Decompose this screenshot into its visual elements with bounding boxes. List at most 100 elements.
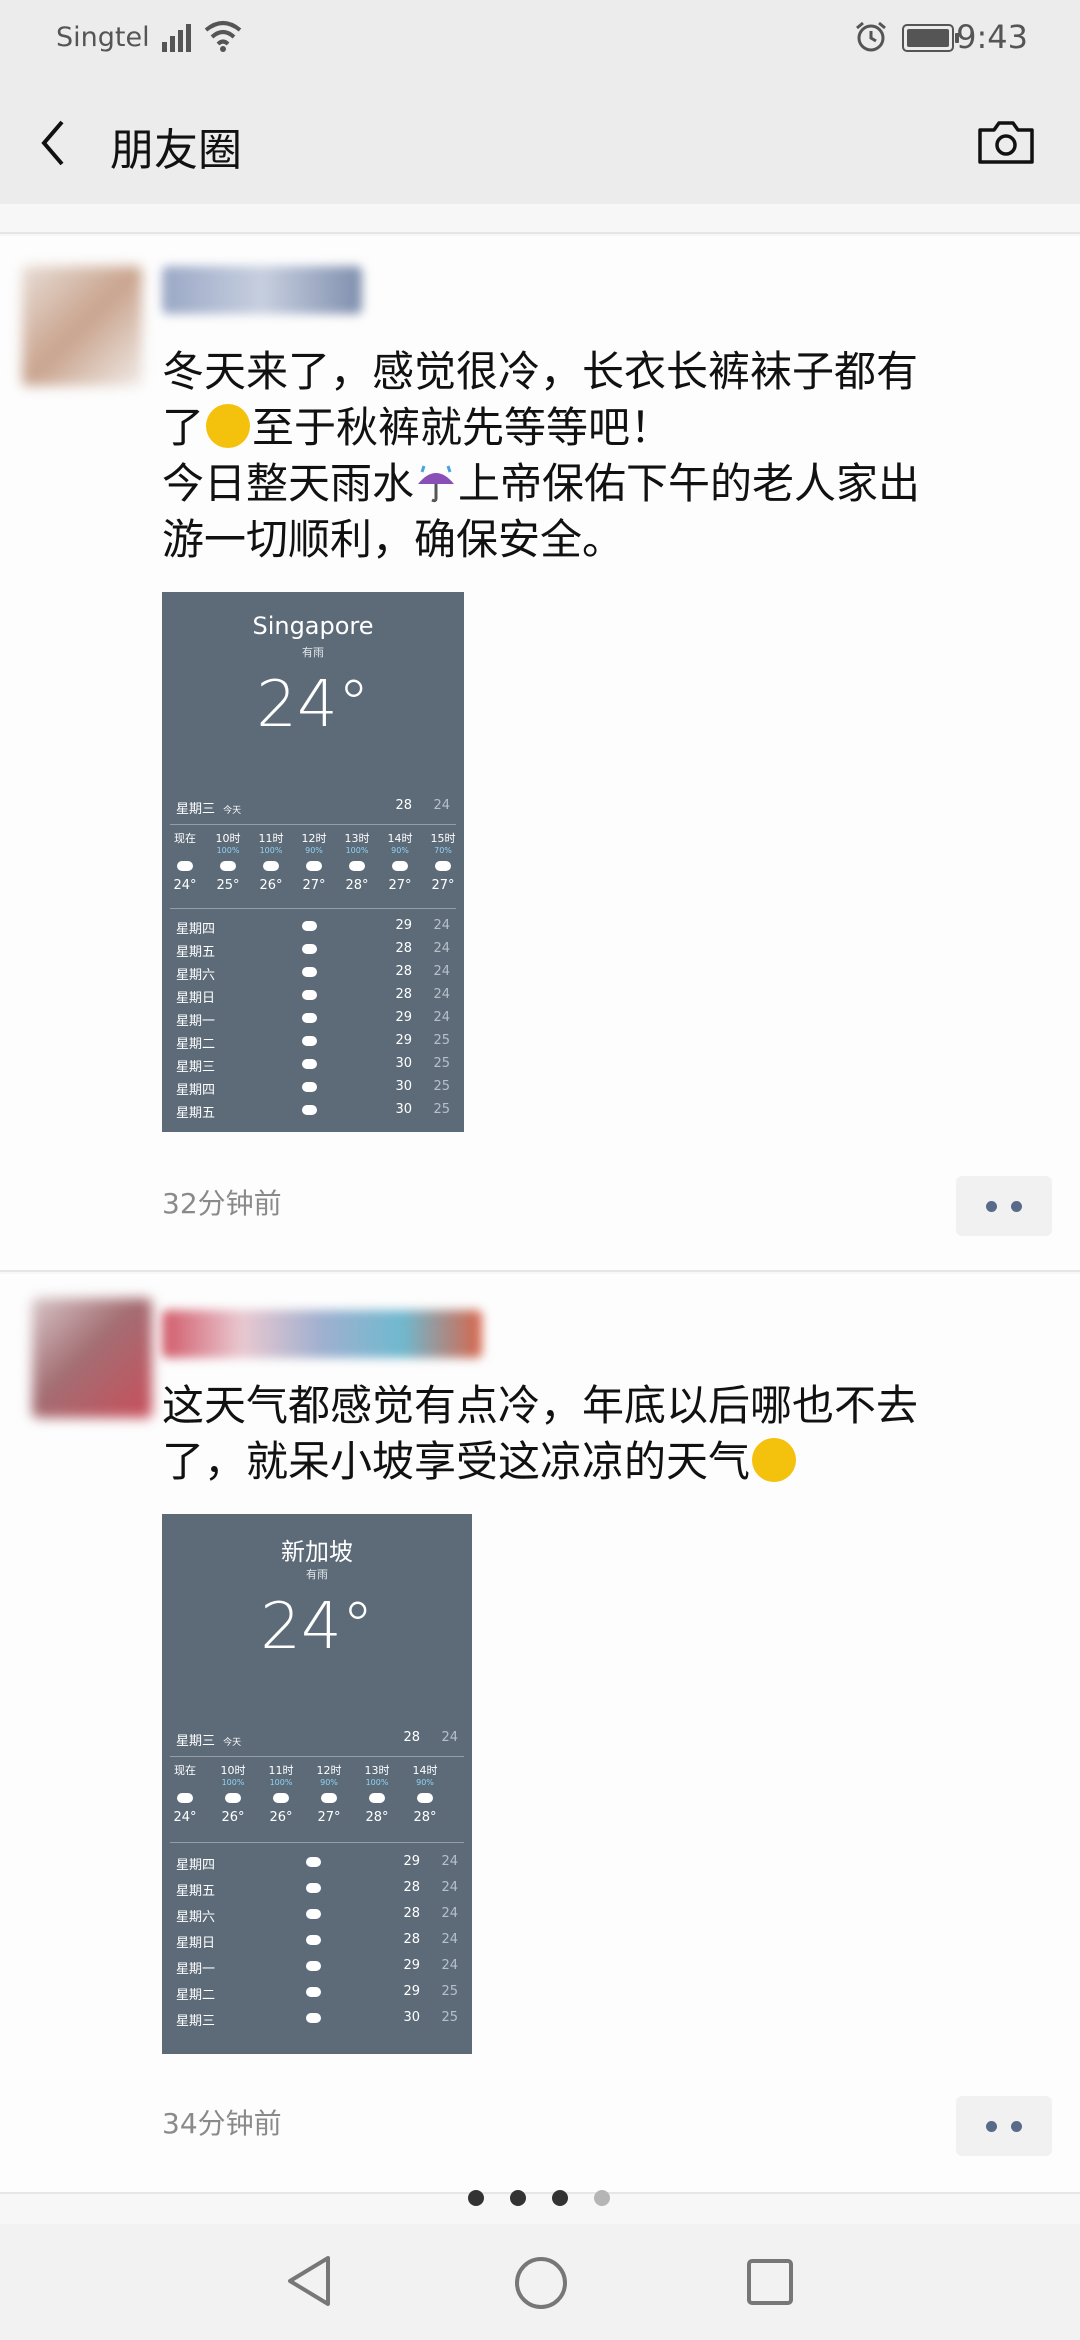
day-high: 28 (403, 1906, 420, 1921)
hour-chance: 100% (216, 846, 240, 855)
avatar[interactable] (32, 1298, 152, 1418)
day-low: 25 (433, 1079, 450, 1094)
day-high: 29 (395, 1010, 412, 1025)
rain-cloud-icon (435, 861, 451, 871)
hour-temp: 26° (259, 878, 283, 893)
hour-temp: 24° (173, 878, 197, 893)
post-line: 了，就呆小坡享受这凉凉的天气 (162, 1437, 751, 1486)
page-dot (468, 2190, 484, 2206)
rain-cloud-icon (305, 1857, 321, 1867)
weather-day: 星期三 30 25 (176, 2010, 458, 2036)
weather-day: 星期三 30 25 (176, 1056, 450, 1079)
rain-cloud-icon (302, 1036, 318, 1046)
weather-hour: 12时 90% 27° (310, 1762, 348, 1825)
weather-hour: 11时 100% 26° (252, 830, 290, 893)
hour-label: 11时 (268, 1764, 294, 1777)
avatar[interactable] (22, 266, 142, 386)
weather-day: 星期一 29 24 (176, 1010, 450, 1033)
post-timestamp: 32分钟前 (162, 1187, 282, 1220)
hour-temp: 27° (317, 1810, 341, 1825)
hour-temp: 24° (173, 1810, 197, 1825)
day-name: 星期五 (176, 1884, 216, 1899)
nav-bar: 朋友圈 (0, 78, 1080, 204)
hour-temp: 27° (388, 878, 412, 893)
day-high: 30 (395, 1079, 412, 1094)
system-navigation-bar (0, 2224, 1080, 2340)
day-low: 24 (433, 987, 450, 1002)
recents-square-icon[interactable] (746, 2258, 794, 2306)
weather-today-tag: 今天 (223, 1738, 242, 1748)
day-name: 星期五 (176, 1106, 216, 1121)
hour-label: 15时 (430, 832, 456, 845)
camera-icon[interactable] (976, 118, 1036, 166)
hour-chance (166, 846, 204, 856)
rain-cloud-icon (305, 1935, 321, 1945)
more-dots-icon (986, 1201, 997, 1212)
weather-screenshot[interactable]: Singapore 有雨 24° 星期三 今天 28 24 现在 24° 10时 1… (162, 592, 464, 1132)
day-high: 30 (403, 2010, 420, 2025)
day-name: 星期日 (176, 1936, 216, 1951)
day-name: 星期六 (176, 968, 216, 983)
weather-screenshot[interactable]: 新加坡 有雨 24° 星期三 今天 28 24 现在 24° 10时 100% 26°… (162, 1514, 472, 2054)
weather-condition: 有雨 (302, 646, 324, 659)
more-button[interactable] (956, 1176, 1052, 1236)
weather-day: 星期一 29 24 (176, 1958, 458, 1984)
more-dots-icon (1011, 2121, 1022, 2132)
post-line: 游一切顺利，确保安全。 (162, 515, 625, 564)
rain-cloud-icon (263, 861, 279, 871)
home-circle-icon[interactable] (514, 2256, 568, 2310)
hour-chance: 100% (221, 1778, 245, 1787)
rain-cloud-icon (392, 861, 408, 871)
rain-cloud-icon (220, 861, 236, 871)
rain-cloud-icon (302, 1105, 318, 1115)
weather-hour: 13时 100% 28° (358, 1762, 396, 1825)
day-low: 24 (441, 1932, 458, 1947)
post-line: 这天气都感觉有点冷，年底以后哪也不去 (162, 1381, 919, 1430)
weather-today-low: 24 (433, 798, 450, 813)
username[interactable] (162, 1310, 482, 1358)
weather-day: 星期五 28 24 (176, 941, 450, 964)
rain-cloud-icon (302, 1059, 318, 1069)
weather-today: 星期三 (176, 1734, 216, 1749)
hour-label: 现在 (174, 832, 196, 845)
rain-cloud-icon (305, 1987, 321, 1997)
more-button[interactable] (956, 2096, 1052, 2156)
weather-day: 星期二 29 25 (176, 1984, 458, 2010)
rain-cloud-icon (302, 944, 318, 954)
weather-hour: 10时 100% 25° (209, 830, 247, 893)
back-triangle-icon[interactable] (284, 2254, 334, 2308)
day-name: 星期二 (176, 1988, 216, 2003)
day-low: 25 (433, 1033, 450, 1048)
weather-day: 星期四 30 25 (176, 1079, 450, 1102)
rain-cloud-icon (177, 861, 193, 871)
page-indicator (0, 2190, 1080, 2214)
day-high: 29 (395, 1033, 412, 1048)
day-high: 29 (403, 1958, 420, 1973)
battery-icon (902, 24, 959, 52)
day-name: 星期四 (176, 922, 216, 937)
weather-hour: 14时 90% 28° (406, 1762, 444, 1825)
day-name: 星期日 (176, 991, 216, 1006)
weather-day: 星期五 28 24 (176, 1880, 458, 1906)
day-name: 星期一 (176, 1962, 216, 1977)
hour-chance: 100% (269, 1778, 293, 1787)
weather-hour: 15时 70% 27° (424, 830, 462, 893)
rain-cloud-icon (306, 861, 322, 871)
day-high: 28 (403, 1932, 420, 1947)
chevron-left-icon[interactable] (36, 118, 70, 168)
username[interactable] (162, 266, 362, 314)
page-dot (594, 2190, 610, 2206)
carrier-label: Singtel (56, 22, 150, 53)
day-high: 28 (395, 964, 412, 979)
day-name: 星期三 (176, 1060, 216, 1075)
day-high: 28 (395, 987, 412, 1002)
hour-chance: 100% (259, 846, 283, 855)
rain-cloud-icon (305, 1909, 321, 1919)
day-low: 24 (441, 1906, 458, 1921)
hour-chance: 90% (305, 846, 323, 855)
rain-cloud-icon (302, 990, 318, 1000)
moment-post: 这天气都感觉有点冷，年底以后哪也不去 了，就呆小坡享受这凉凉的天气 新加坡 有雨… (0, 1274, 1080, 2194)
day-low: 25 (433, 1056, 450, 1071)
hour-chance: 100% (365, 1778, 389, 1787)
hour-label: 13时 (344, 832, 370, 845)
